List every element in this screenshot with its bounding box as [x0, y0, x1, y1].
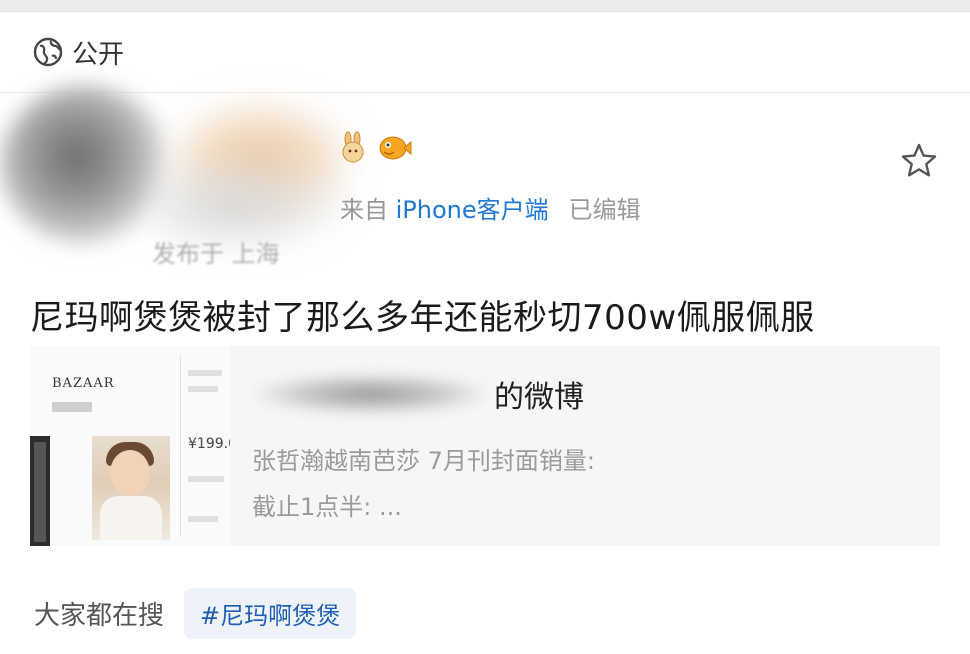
source-client-link[interactable]: iPhone客户端: [396, 196, 549, 224]
post-location: 发布于 上海: [152, 240, 280, 268]
thumbnail-placeholder: [188, 516, 218, 522]
fish-badge-icon: [379, 136, 412, 160]
card-title: 的微博: [256, 374, 584, 415]
card-description: 张哲瀚越南芭莎 7月刊封面销量: 截止1点半: ...: [252, 438, 595, 530]
globe-icon: [33, 37, 63, 67]
thumbnail-photo: [110, 450, 150, 496]
thumbnail-price: ¥199.0: [188, 436, 230, 452]
post-meta: 来自 iPhone客户端 已编辑: [340, 190, 641, 225]
linked-weibo-card[interactable]: BAZAAR ¥199.0 的微博 张哲瀚越南芭莎 7月刊封面销量: 截止1点半…: [30, 346, 940, 546]
thumbnail-photo: [100, 496, 162, 540]
thumbnail-placeholder: [188, 386, 218, 392]
card-desc-line: 截止1点半: ...: [252, 493, 402, 521]
card-thumbnail: BAZAAR ¥199.0: [30, 346, 230, 546]
source-prefix: 来自 iPhone客户端: [340, 196, 549, 224]
visibility-label: 公开: [72, 39, 125, 70]
thumbnail-placeholder: [52, 402, 92, 412]
edited-label: 已编辑: [568, 196, 641, 224]
card-title-suffix: 的微博: [494, 380, 584, 415]
thumbnail-magazine: [34, 442, 46, 542]
top-strip: [0, 0, 970, 12]
star-icon[interactable]: [898, 140, 940, 182]
trending-search: 大家都在搜 #尼玛啊煲煲: [34, 587, 357, 639]
thumbnail-placeholder: [188, 476, 224, 482]
divider: [0, 92, 970, 93]
trending-hashtag[interactable]: #尼玛啊煲煲: [184, 587, 357, 639]
card-author-blurred: [256, 374, 486, 414]
thumbnail-divider: [180, 356, 181, 536]
thumbnail-placeholder: [188, 370, 222, 376]
visibility-indicator: 公开: [32, 34, 124, 70]
post-text: 尼玛啊煲煲被封了那么多年还能秒切700w佩服佩服: [30, 298, 815, 338]
thumbnail-logo: BAZAAR: [52, 376, 115, 391]
rabbit-badge-icon: [342, 131, 364, 163]
card-desc-line: 张哲瀚越南芭莎 7月刊封面销量:: [252, 447, 595, 475]
trending-search-label: 大家都在搜: [34, 600, 165, 631]
avatar[interactable]: [0, 85, 170, 245]
